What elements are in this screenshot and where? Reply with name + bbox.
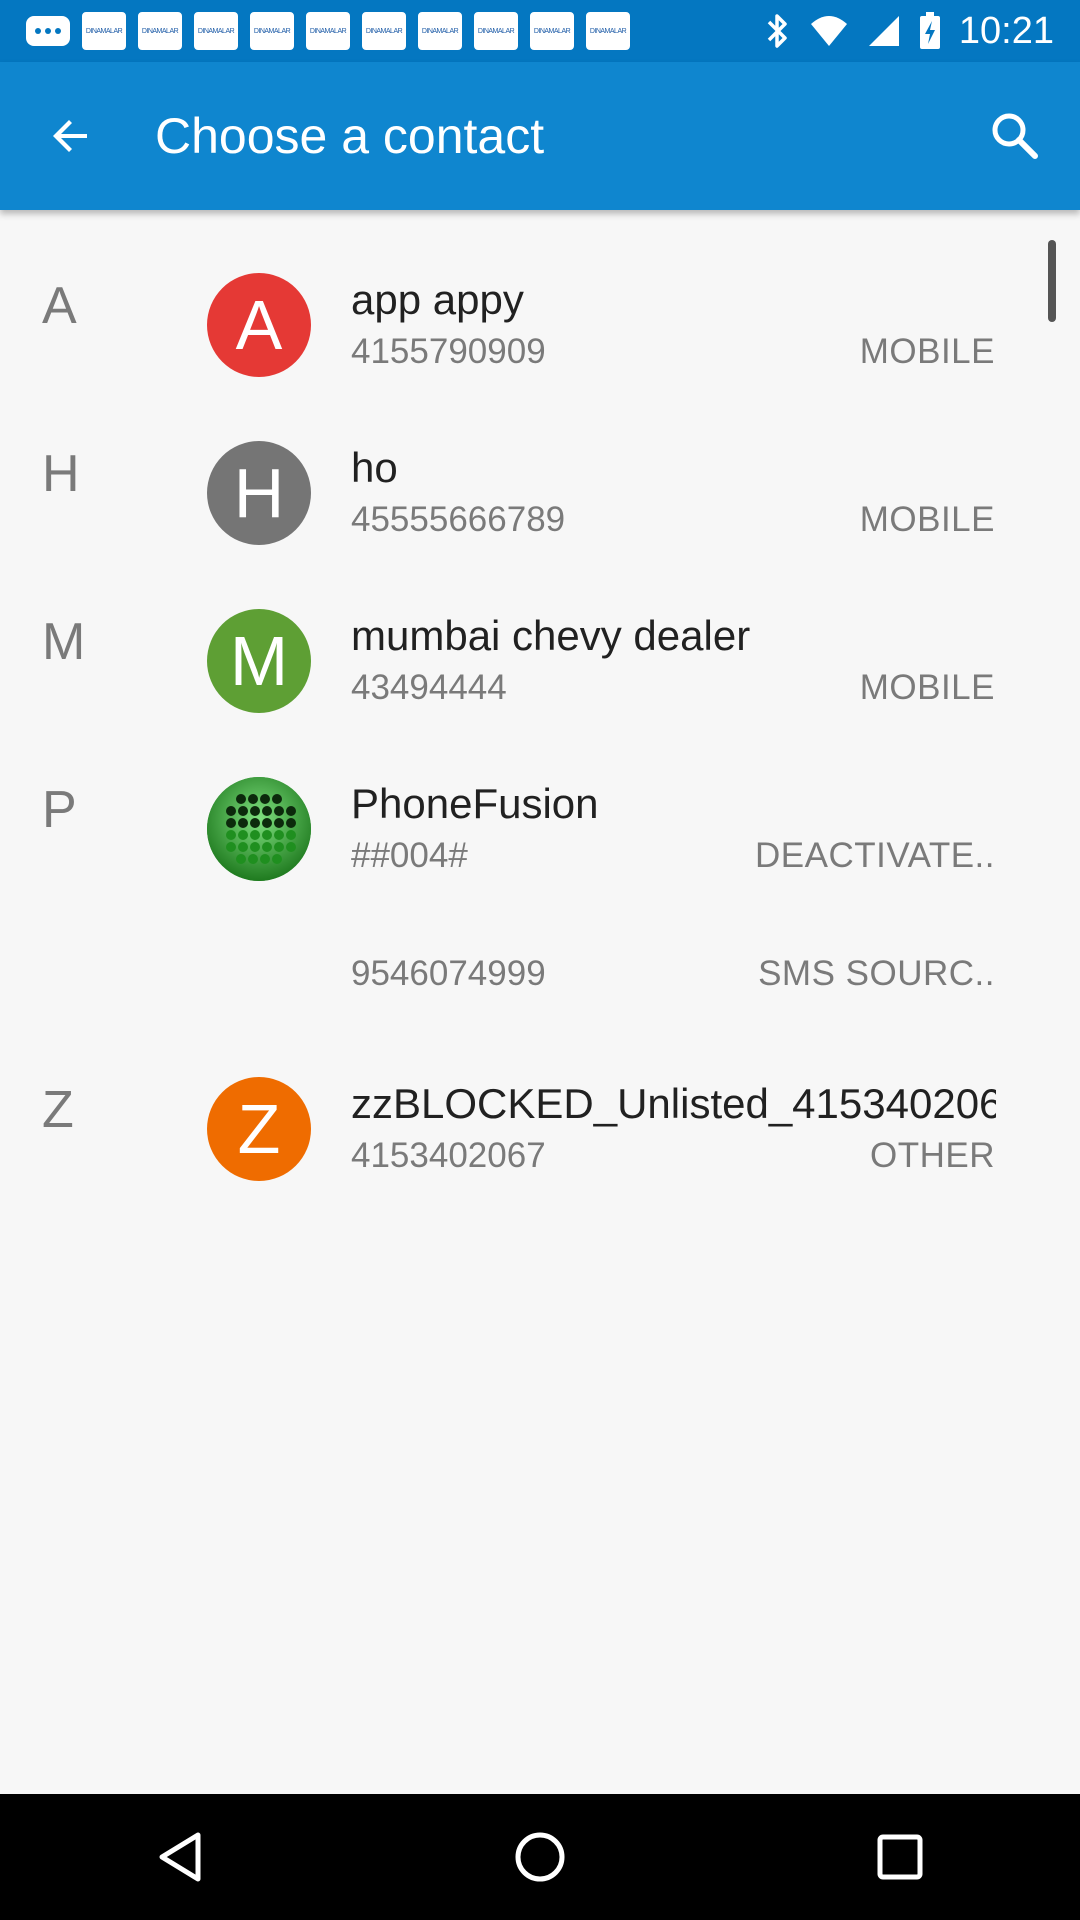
notification-icon: DINAMALAR bbox=[138, 12, 182, 50]
notification-icon: DINAMALAR bbox=[82, 12, 126, 50]
notification-icon: DINAMALAR bbox=[586, 12, 630, 50]
keypad-logo-icon bbox=[207, 777, 311, 881]
notification-icon: DINAMALAR bbox=[530, 12, 574, 50]
notification-icon: DINAMALAR bbox=[250, 12, 294, 50]
clock: 10:21 bbox=[958, 9, 1054, 52]
avatar: M bbox=[207, 609, 311, 713]
nav-back-button[interactable] bbox=[100, 1794, 260, 1920]
scrollbar[interactable] bbox=[1048, 240, 1056, 322]
notification-icon: DINAMALAR bbox=[474, 12, 518, 50]
recents-nav-icon bbox=[877, 1834, 923, 1880]
contact-row[interactable]: M M mumbai chevy dealer 43494444 MOBILE bbox=[0, 546, 1080, 714]
back-button[interactable] bbox=[0, 62, 145, 210]
contact-type: MOBILE bbox=[859, 500, 995, 539]
notification-icon: DINAMALAR bbox=[362, 12, 406, 50]
avatar-phonefusion-logo bbox=[207, 777, 311, 881]
status-bar: DINAMALAR DINAMALAR DINAMALAR DINAMALAR … bbox=[0, 0, 1080, 62]
contact-name: PhoneFusion bbox=[351, 780, 599, 827]
section-letter: A bbox=[42, 277, 77, 335]
section-letter: Z bbox=[42, 1081, 74, 1139]
contact-type: MOBILE bbox=[859, 332, 995, 371]
search-icon bbox=[992, 113, 1038, 159]
section-letter: M bbox=[42, 613, 86, 671]
contact-number: 4153402067 bbox=[351, 1136, 546, 1175]
contact-type: OTHER bbox=[870, 1136, 995, 1175]
avatar: A bbox=[207, 273, 311, 377]
notification-icon: DINAMALAR bbox=[306, 12, 350, 50]
avatar-initial: M bbox=[229, 622, 289, 700]
notification-icon: DINAMALAR bbox=[418, 12, 462, 50]
more-icon bbox=[26, 16, 70, 46]
section-letter: P bbox=[42, 781, 77, 839]
contact-number: ##004# bbox=[351, 836, 468, 875]
nav-home-button[interactable] bbox=[460, 1794, 620, 1920]
battery-icon bbox=[919, 12, 940, 49]
section-letter: H bbox=[42, 445, 80, 503]
nav-recents-button[interactable] bbox=[820, 1794, 980, 1920]
contact-type: MOBILE bbox=[859, 668, 995, 707]
contact-row[interactable]: P PhoneFusion ##004# DEACTIVATE.. bbox=[0, 714, 1080, 882]
back-nav-icon bbox=[159, 1832, 201, 1882]
contact-type: DEACTIVATE.. bbox=[754, 836, 995, 875]
avatar: H bbox=[207, 441, 311, 545]
contact-row-secondary-number[interactable]: 9546074999 SMS SOURC.. bbox=[0, 882, 1080, 1050]
navigation-bar bbox=[0, 1794, 1080, 1920]
avatar: Z bbox=[207, 1077, 311, 1181]
avatar-initial: Z bbox=[237, 1090, 281, 1168]
contact-row[interactable]: H H ho 45555666789 MOBILE bbox=[0, 378, 1080, 546]
app-bar: Choose a contact bbox=[0, 62, 1080, 210]
wifi-icon bbox=[810, 16, 847, 46]
contact-number: 4155790909 bbox=[351, 332, 546, 371]
contact-row[interactable]: A A app appy 4155790909 MOBILE bbox=[0, 210, 1080, 378]
avatar-initial: H bbox=[233, 454, 285, 532]
arrow-back-icon bbox=[53, 120, 87, 152]
contact-type: SMS SOURC.. bbox=[758, 954, 995, 993]
contact-number: 9546074999 bbox=[351, 954, 546, 993]
signal-icon bbox=[868, 16, 899, 46]
contact-list[interactable]: A A app appy 4155790909 MOBILE H H ho 45… bbox=[0, 210, 1080, 1218]
status-notifications: DINAMALAR DINAMALAR DINAMALAR DINAMALAR … bbox=[26, 12, 630, 50]
contact-name: mumbai chevy dealer bbox=[351, 612, 751, 659]
notification-icon: DINAMALAR bbox=[194, 12, 238, 50]
contact-number: 45555666789 bbox=[351, 500, 566, 539]
bluetooth-icon bbox=[767, 14, 787, 48]
avatar-initial: A bbox=[235, 286, 283, 364]
contact-name: app appy bbox=[351, 276, 524, 323]
page-title: Choose a contact bbox=[155, 108, 545, 164]
status-system-icons: 10:21 bbox=[765, 10, 1054, 53]
contact-name: ho bbox=[351, 444, 398, 491]
search-button[interactable] bbox=[950, 62, 1080, 210]
contact-number: 43494444 bbox=[351, 668, 507, 707]
home-nav-icon bbox=[515, 1832, 565, 1882]
contact-row[interactable]: Z Z zzBLOCKED_Unlisted_415340206.. 41534… bbox=[0, 1050, 1080, 1218]
contact-name: zzBLOCKED_Unlisted_415340206.. bbox=[351, 1080, 996, 1127]
